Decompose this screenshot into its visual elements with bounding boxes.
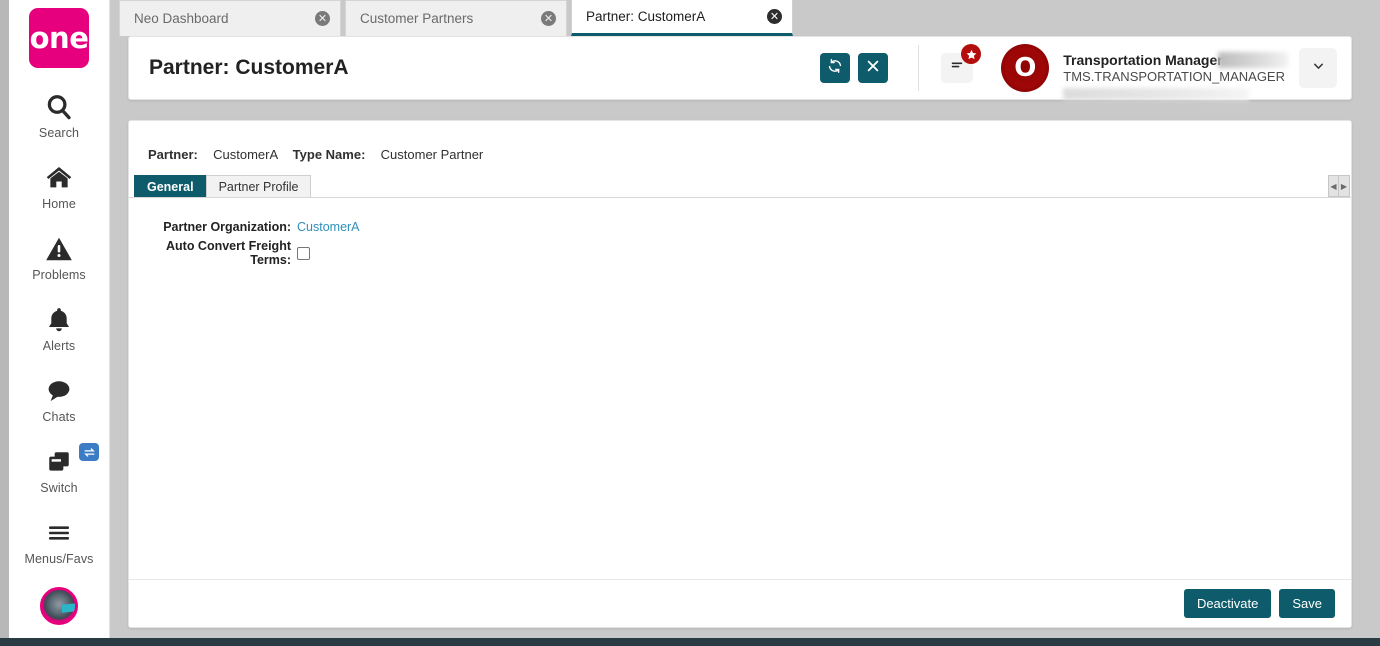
tab-label: Partner: CustomerA	[586, 8, 706, 24]
close-circle-icon[interactable]: ✕	[541, 11, 556, 26]
deactivate-button[interactable]: Deactivate	[1183, 589, 1272, 618]
close-circle-icon[interactable]: ✕	[767, 8, 782, 24]
redacted-user-detail	[1063, 88, 1250, 100]
tab-neo-dashboard[interactable]: Neo Dashboard ✕	[119, 0, 341, 36]
sidebar-nav: Search Home Problems Alerts Chats Switch…	[9, 84, 109, 625]
home-icon	[44, 163, 74, 193]
sidebar-item-label: Alerts	[42, 339, 76, 353]
sidebar-item-chats[interactable]: Chats	[9, 368, 109, 430]
summary-partner-label: Partner:	[148, 147, 198, 162]
sub-tab-label: General	[147, 179, 194, 194]
user-role: TMS.TRANSPORTATION_MANAGER	[1063, 69, 1285, 84]
refresh-button[interactable]	[820, 53, 851, 83]
field-auto-convert-freight-terms: Auto Convert Freight Terms:	[129, 239, 1351, 267]
chat-bubble-icon	[44, 376, 74, 406]
page-header: Partner: CustomerA O Transportation Mana…	[128, 36, 1352, 100]
app-logo-text: one	[29, 21, 89, 55]
field-value: CustomerA	[297, 220, 360, 234]
hamburger-menu-icon	[949, 59, 965, 78]
caret-right-icon[interactable]: ▶	[1339, 176, 1349, 196]
tab-partner-customera[interactable]: Partner: CustomerA ✕	[571, 0, 793, 36]
partner-organization-link[interactable]: CustomerA	[297, 220, 360, 234]
user-text-block: Transportation Manager TMS.TRANSPORTATIO…	[1063, 52, 1289, 100]
sub-tab-label: Partner Profile	[218, 179, 299, 194]
user-menu-toggle[interactable]	[1299, 48, 1337, 88]
avatar-text: O	[1014, 53, 1037, 83]
main-content-card: Partner: CustomerA Type Name: Customer P…	[128, 120, 1352, 628]
swap-arrows-icon[interactable]	[79, 443, 99, 461]
header-divider	[918, 45, 920, 91]
sidebar-item-label: Switch	[40, 481, 78, 495]
sidebar-item-home[interactable]: Home	[9, 155, 109, 217]
general-form: Partner Organization: CustomerA Auto Con…	[129, 198, 1351, 267]
summary-partner-value: CustomerA	[213, 147, 278, 162]
warning-triangle-icon	[44, 234, 74, 264]
sidebar-item-label: Home	[42, 197, 76, 211]
tab-partner-profile[interactable]: Partner Profile	[205, 175, 312, 197]
close-circle-icon[interactable]: ✕	[315, 11, 330, 26]
sidebar-item-search[interactable]: Search	[9, 84, 109, 146]
bot-avatar-icon[interactable]	[40, 587, 78, 625]
tab-label: Customer Partners	[360, 11, 474, 26]
redacted-user-suffix	[1218, 52, 1289, 68]
window-left-edge	[0, 0, 9, 638]
summary-type-value: Customer Partner	[380, 147, 484, 162]
search-icon	[44, 92, 74, 122]
avatar: O	[1001, 44, 1050, 92]
switch-windows-icon	[44, 447, 74, 477]
bell-icon	[44, 305, 74, 335]
sidebar-item-label: Chats	[42, 410, 76, 424]
browser-tab-strip: Neo Dashboard ✕ Customer Partners ✕ Part…	[119, 0, 1380, 36]
sidebar-item-label: Search	[38, 126, 80, 140]
user-profile[interactable]: O Transportation Manager TMS.TRANSPORTAT…	[1001, 44, 1289, 100]
summary-type-label: Type Name:	[292, 147, 366, 162]
field-label: Partner Organization:	[163, 220, 291, 234]
close-page-button[interactable]	[858, 53, 889, 83]
save-button[interactable]: Save	[1279, 589, 1335, 618]
chevron-down-icon	[1310, 59, 1327, 77]
tab-scroll-controls: ◀ ▶	[1328, 175, 1350, 197]
field-partner-organization: Partner Organization: CustomerA	[129, 220, 1351, 234]
sidebar-item-alerts[interactable]: Alerts	[9, 297, 109, 359]
tab-general[interactable]: General	[134, 175, 207, 197]
field-value	[297, 246, 310, 261]
auto-convert-freight-terms-checkbox[interactable]	[297, 247, 310, 261]
record-summary: Partner: CustomerA Type Name: Customer P…	[129, 121, 1351, 162]
sidebar-item-problems[interactable]: Problems	[9, 226, 109, 288]
hamburger-icon	[44, 518, 74, 548]
refresh-icon	[827, 58, 843, 79]
sidebar-item-label: Menus/Favs	[24, 552, 94, 566]
close-x-icon	[866, 59, 880, 78]
sidebar-item-label: Problems	[32, 268, 86, 282]
sidebar-item-menus-favs[interactable]: Menus/Favs	[9, 510, 109, 572]
window-bottom-bar	[0, 638, 1380, 646]
caret-left-icon[interactable]: ◀	[1329, 176, 1339, 196]
tab-customer-partners[interactable]: Customer Partners ✕	[345, 0, 567, 36]
app-logo[interactable]: one	[29, 8, 89, 68]
field-label: Auto Convert Freight Terms:	[166, 239, 291, 267]
card-footer: Deactivate Save	[129, 579, 1351, 627]
tab-label: Neo Dashboard	[134, 11, 229, 26]
sidebar-item-switch[interactable]: Switch	[9, 439, 109, 501]
star-icon	[961, 44, 982, 64]
page-title: Partner: CustomerA	[149, 56, 349, 79]
left-sidebar: one Search Home Problems Alerts Chats Sw…	[9, 0, 110, 638]
favorites-menu-button[interactable]	[941, 44, 982, 83]
application-root: one Search Home Problems Alerts Chats Sw…	[0, 0, 1380, 646]
section-tabs: General Partner Profile ◀ ▶	[129, 175, 1351, 198]
